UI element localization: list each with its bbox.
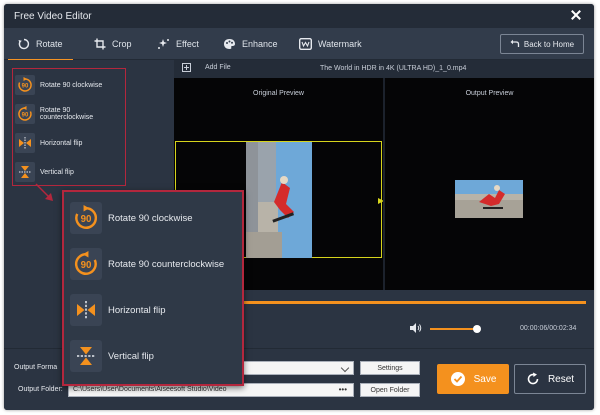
back-arrow-icon [510,39,520,47]
svg-text:90: 90 [22,113,29,119]
tab-label: Effect [176,39,199,49]
file-bar: Add File The World in HDR in 4K (ULTRA H… [174,60,594,78]
option-label: Horizontal flip [40,139,83,147]
option-label: Rotate 90 clockwise [40,81,103,89]
option-label: Horizontal flip [108,304,166,316]
vertical-flip-option-enlarged[interactable]: Vertical flip [70,338,154,374]
add-file-label: Add File [205,64,231,71]
horizontal-flip-option[interactable]: Horizontal flip [15,131,82,155]
tab-enhance[interactable]: Enhance [223,28,278,60]
rotate-icon [18,38,30,50]
reset-label: Reset [547,373,575,385]
vertical-flip-option[interactable]: Vertical flip [15,160,74,184]
tab-crop[interactable]: Crop [94,28,132,60]
window-title: Free Video Editor [14,10,92,22]
filename: The World in HDR in 4K (ULTRA HD)_1_0.mp… [320,65,467,72]
rotate-ccw-option-enlarged[interactable]: 90 Rotate 90 counterclockwise [70,246,224,282]
open-folder-label: Open Folder [370,386,410,394]
reset-icon [527,372,539,385]
save-button[interactable]: Save [437,364,509,394]
option-label: Vertical flip [108,350,154,362]
svg-text:90: 90 [22,84,29,90]
output-preview-label: Output Preview [465,90,514,97]
output-folder-path: C:\Users\User\Documents\Aiseesoft Studio… [73,386,227,393]
horizontal-flip-option-enlarged[interactable]: Horizontal flip [70,292,166,328]
reset-button[interactable]: Reset [514,364,586,394]
rotation-options-callout: 90 Rotate 90 clockwise 90 Rotate 90 coun… [62,190,244,386]
tab-label: Crop [112,39,132,49]
add-file-button[interactable]: Add File [182,63,231,72]
tab-effect[interactable]: Effect [157,28,199,60]
rotate-cw-option-enlarged[interactable]: 90 Rotate 90 clockwise [70,200,192,236]
app-window: Free Video Editor Rotate Crop Effect Enh… [4,4,594,410]
original-video-frame [246,142,312,258]
tab-bar: Rotate Crop Effect Enhance Watermark Bac… [4,28,594,61]
back-to-home-label: Back to Home [523,39,575,49]
option-label: Rotate 90 clockwise [108,212,193,224]
effect-icon [158,39,169,49]
original-preview-label: Original Preview [253,90,304,97]
output-folder-label: Output Folder: [18,386,63,393]
save-label: Save [473,373,497,385]
tab-rotate[interactable]: Rotate [8,28,72,61]
option-label: Rotate 90 counterclockwise [39,107,94,121]
tab-label: Watermark [318,39,362,49]
output-format-label: Output Forma [14,364,58,371]
rotate-cw-90-icon: 90 [70,202,102,234]
tab-label: Enhance [242,39,278,49]
add-file-icon [182,63,191,72]
back-to-home-button[interactable]: Back to Home [500,34,584,54]
open-folder-button[interactable]: Open Folder [360,383,420,397]
vertical-flip-icon [15,162,35,182]
rotate-ccw-90-icon: 90 [70,248,102,280]
volume-icon[interactable] [410,323,422,333]
tab-label: Rotate [36,39,63,49]
close-icon[interactable] [570,9,582,21]
output-video-frame [455,180,523,218]
check-circle-icon [450,372,465,386]
tab-watermark[interactable]: Watermark [299,28,362,60]
horizontal-flip-icon [70,294,102,326]
svg-text:90: 90 [81,214,92,225]
option-label: Vertical flip [40,168,74,176]
rotate-ccw-90-icon: 90 [15,104,35,124]
crop-icon [94,38,106,50]
volume-slider[interactable] [430,328,476,330]
rotation-options-list: 90 Rotate 90 clockwise 90 Rotate 90 coun… [12,68,126,186]
playback-time: 00:00:06/00:02:34 [520,325,577,332]
browse-folder-button[interactable]: ••• [339,384,347,396]
vertical-flip-icon [70,340,102,372]
horizontal-flip-icon [15,133,35,153]
settings-label: Settings [377,364,403,372]
rotate-ccw-option[interactable]: 90 Rotate 90 counterclockwise [15,102,125,126]
rotate-cw-90-icon: 90 [15,75,35,95]
volume-slider-handle[interactable] [473,325,481,333]
svg-text:90: 90 [81,260,92,271]
chevron-down-icon [340,363,350,373]
settings-button[interactable]: Settings [360,361,420,375]
option-label: Rotate 90 counterclockwise [108,258,225,270]
watermark-icon [299,38,312,50]
output-preview: Output Preview [385,78,594,290]
palette-icon [224,39,235,49]
callout-arrow-icon [35,183,53,201]
title-bar: Free Video Editor [4,4,594,28]
rotate-cw-option[interactable]: 90 Rotate 90 clockwise [15,73,102,97]
